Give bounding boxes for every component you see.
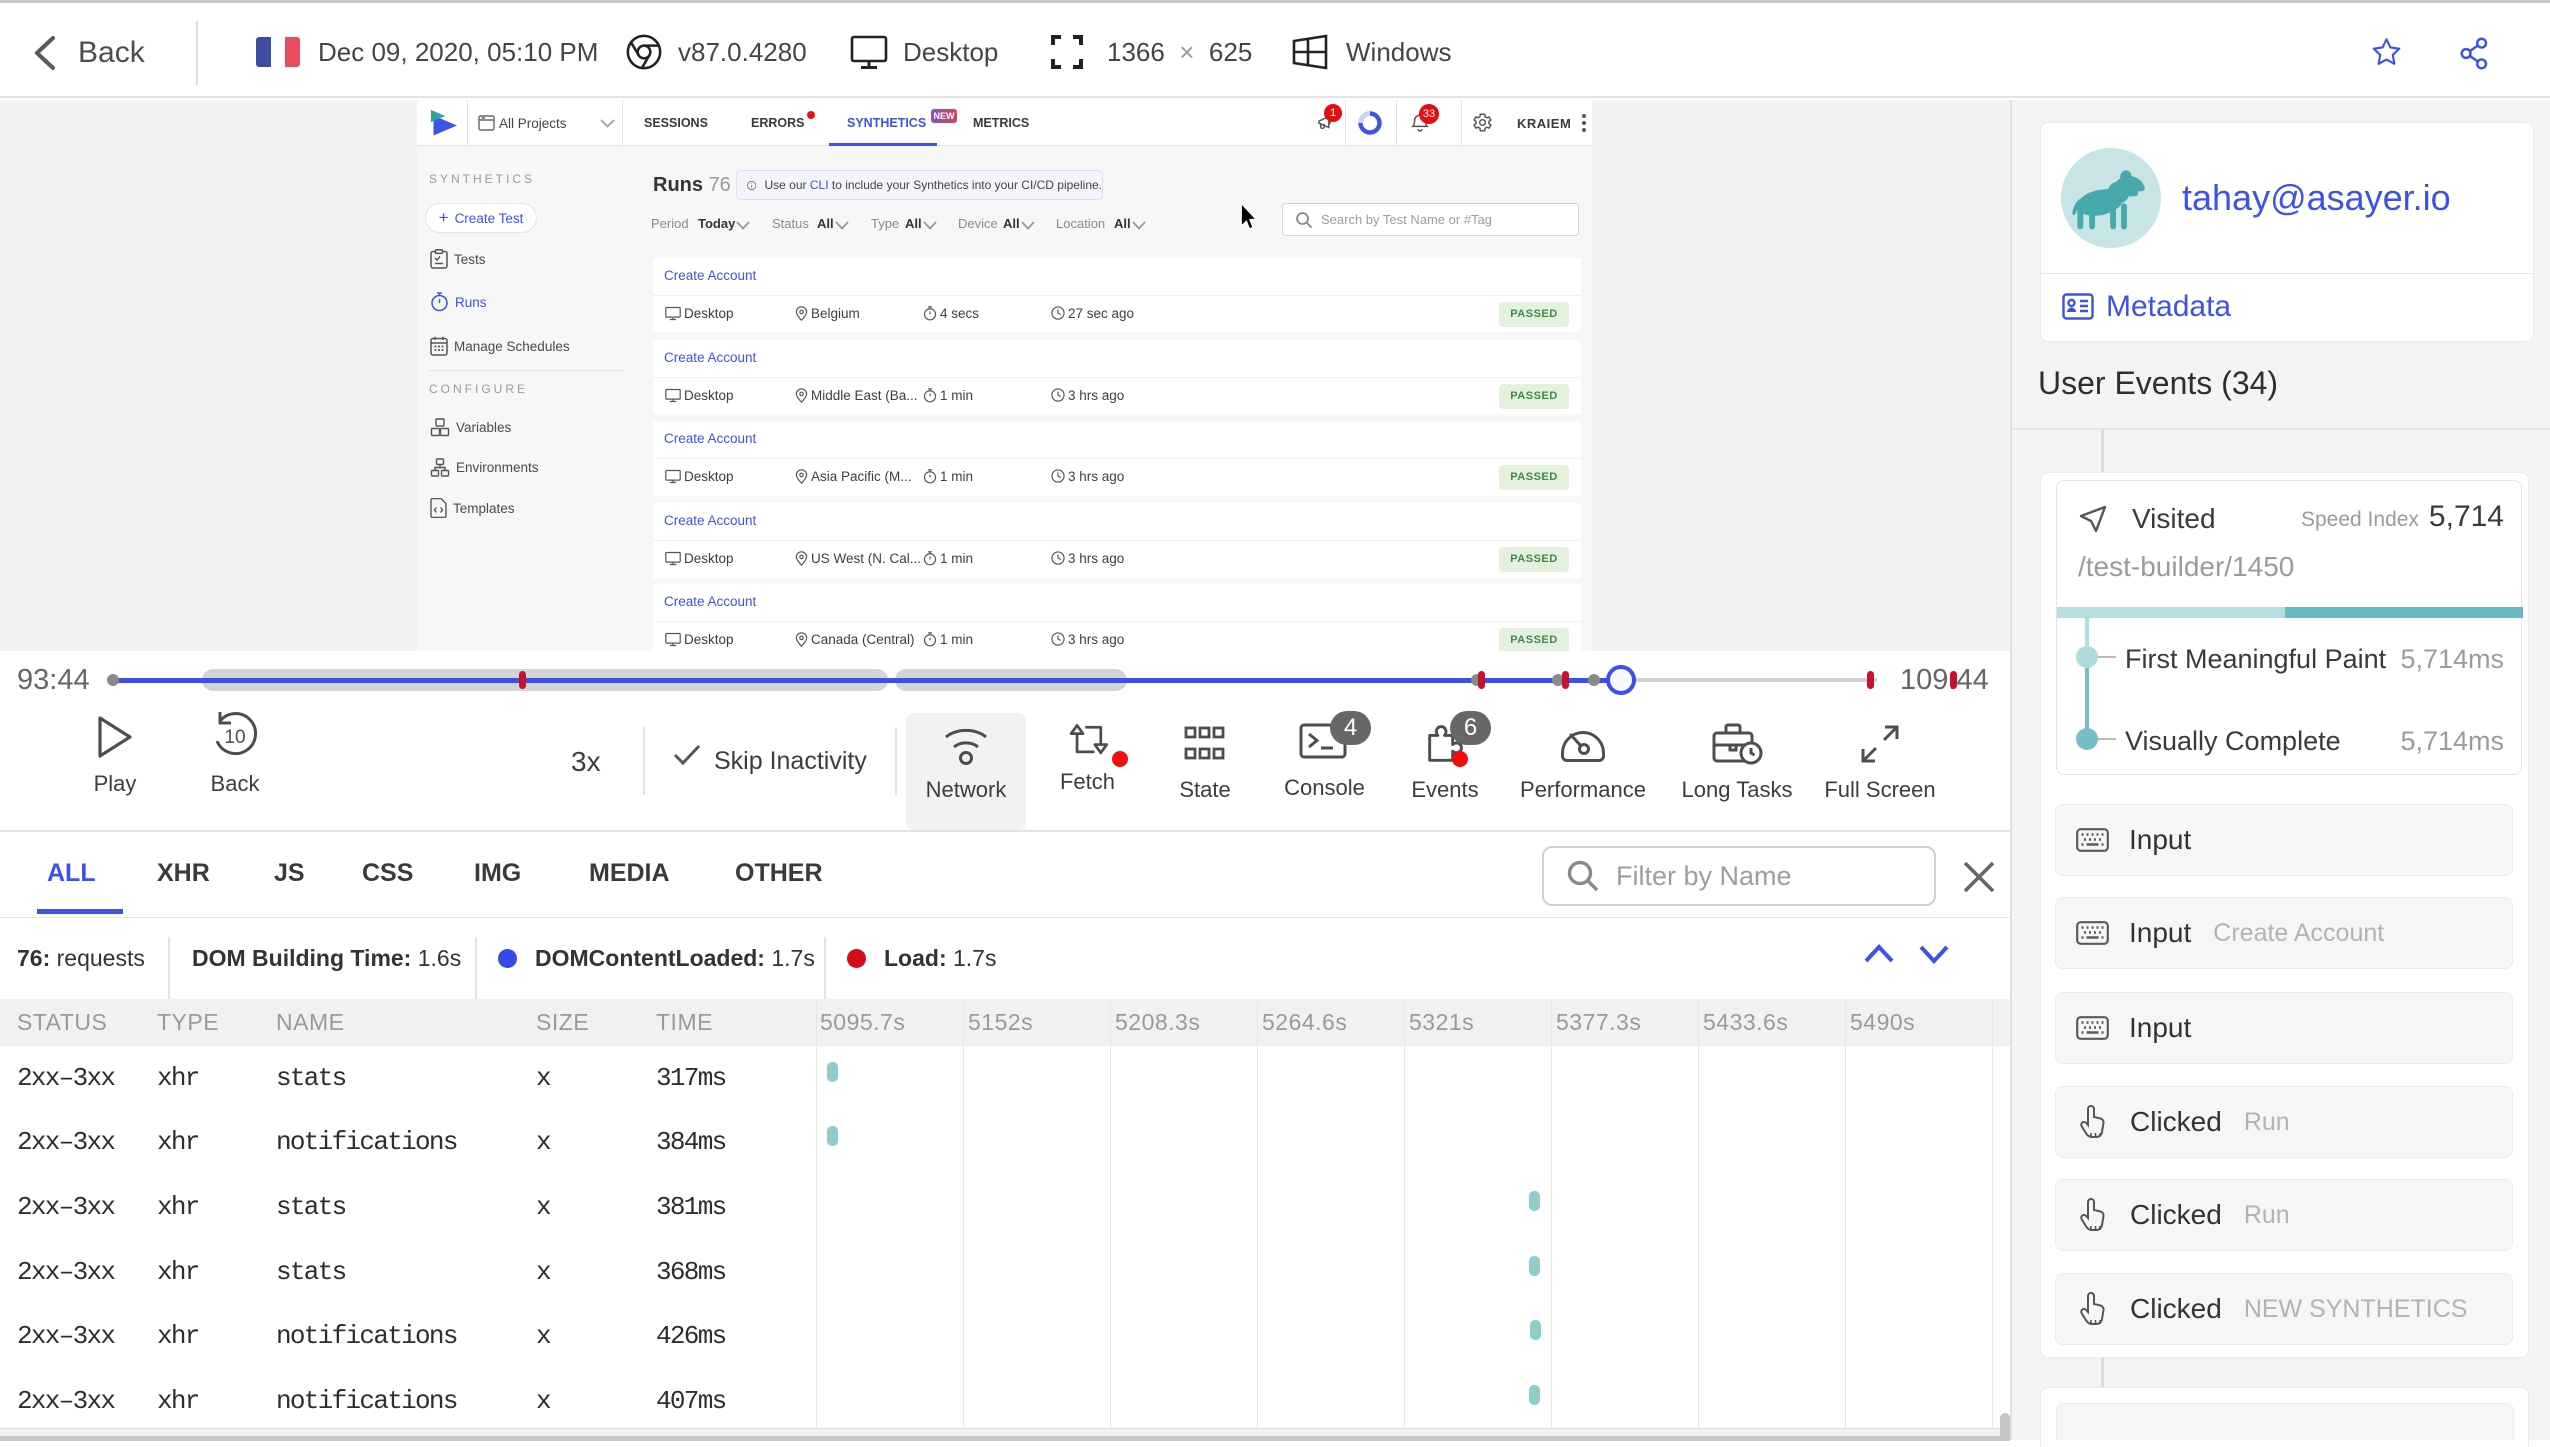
svg-text:10: 10	[224, 727, 245, 748]
